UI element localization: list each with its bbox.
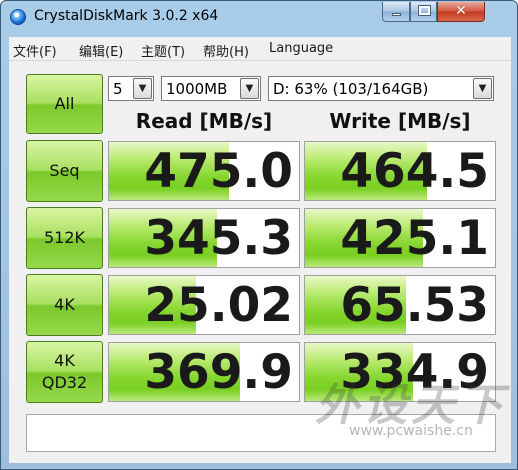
all-button-label: All	[54, 94, 75, 113]
minimize-icon	[392, 13, 401, 16]
test-label: 4K	[54, 351, 75, 370]
result-value: 25.02	[144, 278, 293, 333]
result-value: 65.53	[340, 278, 489, 333]
size-value: 1000MB	[166, 80, 228, 98]
title-bar[interactable]: CrystalDiskMark 3.0.2 x64 ✕	[1, 1, 517, 33]
seq-read-result: 475.0	[108, 141, 300, 201]
maximize-icon	[418, 5, 431, 16]
result-value: 464.5	[340, 144, 489, 199]
main-panel: All 5 ▼ 1000MB ▼ D: 63% (103/164GB) ▼ Re…	[9, 61, 511, 463]
chevron-down-icon[interactable]: ▼	[133, 78, 152, 99]
menu-file[interactable]: 文件(F)	[13, 41, 57, 60]
menu-language[interactable]: Language	[269, 41, 333, 56]
maximize-button[interactable]	[410, 2, 437, 22]
result-value: 345.3	[144, 211, 293, 266]
menu-edit[interactable]: 编辑(E)	[79, 41, 123, 60]
drive-select[interactable]: D: 63% (103/164GB) ▼	[268, 76, 494, 101]
test-label: 512K	[43, 228, 86, 247]
512k-read-result: 345.3	[108, 208, 300, 268]
minimize-button[interactable]	[382, 2, 410, 22]
watermark-url: www.pcwaishe.cn	[349, 423, 473, 439]
test-label: 4K	[54, 295, 75, 314]
close-button[interactable]: ✕	[437, 2, 485, 22]
4k-qd32-test-button[interactable]: 4K QD32	[26, 341, 103, 403]
write-header: Write [MB/s]	[329, 109, 471, 133]
read-header: Read [MB/s]	[135, 109, 273, 133]
4k-read-result: 25.02	[108, 275, 300, 335]
seq-test-button[interactable]: Seq	[26, 140, 103, 202]
result-value: 475.0	[144, 144, 293, 199]
window-title: CrystalDiskMark 3.0.2 x64	[34, 8, 219, 24]
4k-write-result: 65.53	[304, 275, 496, 335]
runs-value: 5	[113, 80, 123, 98]
512k-write-result: 425.1	[304, 208, 496, 268]
512k-test-button[interactable]: 512K	[26, 207, 103, 269]
app-disk-icon	[10, 9, 26, 25]
4k-qd32-read-result: 369.9	[108, 342, 300, 402]
menu-theme[interactable]: 主题(T)	[141, 41, 185, 60]
app-window: CrystalDiskMark 3.0.2 x64 ✕ 文件(F) 编辑(E) …	[0, 0, 518, 470]
chevron-down-icon[interactable]: ▼	[473, 78, 492, 99]
test-label-sub: QD32	[41, 373, 88, 392]
result-value: 425.1	[340, 211, 489, 266]
close-icon: ✕	[455, 3, 467, 19]
menu-bar: 文件(F) 编辑(E) 主题(T) 帮助(H) Language	[9, 37, 511, 61]
chevron-down-icon[interactable]: ▼	[240, 78, 259, 99]
4k-test-button[interactable]: 4K	[26, 274, 103, 336]
runs-select[interactable]: 5 ▼	[108, 76, 154, 101]
test-label: Seq	[49, 161, 80, 180]
drive-value: D: 63% (103/164GB)	[273, 80, 429, 98]
result-value: 369.9	[144, 345, 293, 400]
all-button[interactable]: All	[26, 74, 103, 134]
menu-help[interactable]: 帮助(H)	[203, 41, 249, 60]
size-select[interactable]: 1000MB ▼	[161, 76, 261, 101]
seq-write-result: 464.5	[304, 141, 496, 201]
